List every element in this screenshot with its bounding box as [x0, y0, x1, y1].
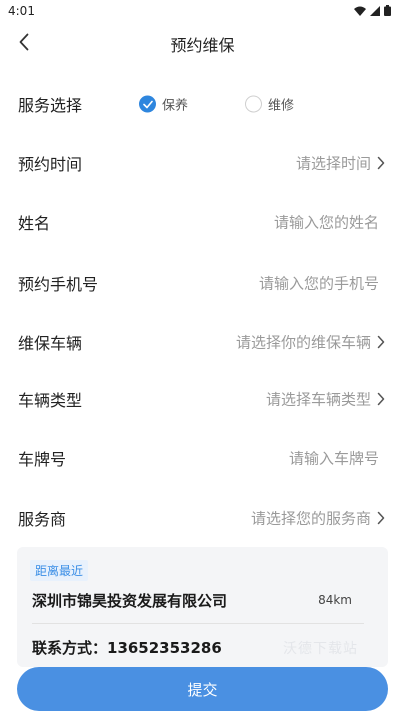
- phone-input[interactable]: 请输入您的手机号: [259, 273, 379, 294]
- vehicle-type-value: 请选择车辆类型: [265, 390, 371, 409]
- distance-label: 84km: [318, 593, 352, 607]
- appointment-time-value: 请选择时间: [295, 154, 371, 173]
- submit-button[interactable]: 提交: [17, 667, 388, 711]
- page-title: 预约维保: [170, 36, 235, 55]
- provider-row[interactable]: 服务商 请选择您的服务商: [0, 489, 405, 547]
- service-select-label: 服务选择: [18, 96, 83, 115]
- vehicle-value: 请选择你的维保车辆: [235, 333, 371, 352]
- chevron-right-icon: [377, 392, 385, 406]
- radio-label-maintenance: 保养: [162, 98, 189, 114]
- chevron-right-icon: [377, 335, 385, 349]
- chevron-right-icon: [377, 511, 385, 525]
- battery-icon: [384, 5, 391, 16]
- plate-label: 车牌号: [18, 450, 67, 469]
- appointment-time-row[interactable]: 预约时间 请选择时间: [0, 134, 405, 192]
- chevron-right-icon: [377, 156, 385, 170]
- signal-icon: [370, 5, 380, 16]
- phone-label: 预约手机号: [18, 275, 99, 294]
- radio-checked-icon: [139, 95, 156, 113]
- radio-option-maintenance[interactable]: 保养: [139, 95, 188, 114]
- wifi-icon: [354, 6, 366, 16]
- app-bar: 预约维保: [0, 24, 405, 60]
- provider-value: 请选择您的服务商: [250, 509, 371, 528]
- vehicle-type-row[interactable]: 车辆类型 请选择车辆类型: [0, 370, 405, 428]
- provider-label: 服务商: [18, 510, 67, 529]
- card-divider: [32, 623, 364, 624]
- nearest-badge: 距离最近: [30, 560, 89, 581]
- radio-option-repair[interactable]: 维修: [245, 95, 294, 114]
- provider-card[interactable]: 距离最近 深圳市锦昊投资发展有限公司 84km 联系方式：13652353286…: [17, 547, 388, 667]
- status-bar: 4:01: [0, 0, 405, 24]
- name-row: 姓名 请输入您的姓名: [0, 193, 405, 251]
- plate-input[interactable]: 请输入车牌号: [289, 448, 379, 469]
- appointment-time-label: 预约时间: [18, 155, 83, 174]
- service-select-row: 服务选择 保养 维修: [0, 75, 405, 133]
- contact-info: 联系方式：13652353286: [32, 639, 222, 657]
- radio-label-repair: 维修: [268, 98, 295, 114]
- name-input[interactable]: 请输入您的姓名: [274, 212, 379, 233]
- vehicle-type-label: 车辆类型: [18, 391, 83, 410]
- phone-row: 预约手机号 请输入您的手机号: [0, 254, 405, 312]
- status-icons: [354, 5, 391, 16]
- vehicle-label: 维保车辆: [18, 334, 83, 353]
- vehicle-row[interactable]: 维保车辆 请选择你的维保车辆: [0, 313, 405, 371]
- service-radio-group: 保养 维修: [139, 95, 351, 114]
- status-time: 4:01: [8, 4, 35, 18]
- radio-unchecked-icon: [245, 95, 263, 113]
- watermark: 沃德下载站: [283, 641, 358, 657]
- plate-row: 车牌号 请输入车牌号: [0, 429, 405, 487]
- company-name: 深圳市锦昊投资发展有限公司: [32, 592, 228, 610]
- name-label: 姓名: [18, 214, 51, 233]
